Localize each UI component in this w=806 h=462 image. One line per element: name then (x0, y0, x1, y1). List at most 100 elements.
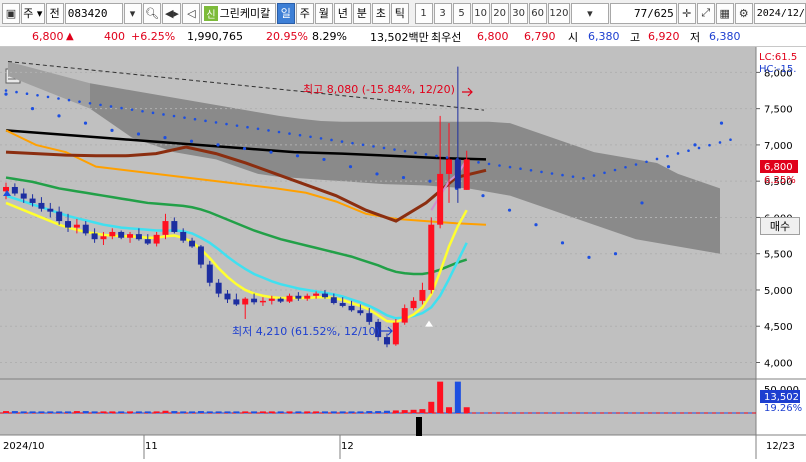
ichimoku-dot (163, 136, 167, 140)
market-select[interactable]: 주 ▾ (21, 2, 45, 24)
volume-bar (224, 411, 231, 413)
lagging-dot (718, 141, 722, 144)
volume-bar (91, 411, 98, 413)
turnover-rate: 20.95% (266, 30, 308, 43)
candle-body (47, 208, 54, 212)
lagging-dot (382, 146, 386, 150)
volume-bar (410, 409, 417, 413)
speaker-icon[interactable]: ◀▸ (162, 2, 182, 24)
type-select[interactable]: 전 (45, 2, 64, 24)
volume-bar (197, 411, 204, 413)
ichimoku-dot (534, 223, 538, 227)
lagging-dot (697, 146, 701, 150)
lagging-dot (340, 140, 344, 143)
candle-body (348, 305, 355, 311)
interval-10[interactable]: 10 (471, 2, 490, 24)
interval-1[interactable]: 1 (414, 2, 433, 24)
candle-body (118, 231, 125, 238)
candle-body (242, 298, 249, 305)
grid-icon[interactable]: ▦ (715, 2, 734, 24)
period-year[interactable]: 년 (333, 2, 352, 24)
crosshair-icon[interactable]: ✛ (677, 2, 696, 24)
search-icon[interactable]: 🔍︎ (142, 2, 162, 24)
chart-area[interactable]: 4,0004,5005,0005,5006,0006,5007,0007,500… (0, 47, 806, 459)
interval-120[interactable]: 120 (547, 2, 571, 24)
stock-code-input[interactable]: 083420 (64, 2, 123, 24)
lagging-dot (687, 149, 690, 153)
lagging-dot (393, 148, 396, 151)
lagging-dot (613, 168, 617, 172)
date-label-nov: 11 (145, 441, 158, 452)
ichimoku-dot (110, 128, 114, 133)
code-dropdown-icon[interactable]: ▾ (123, 2, 142, 24)
candle-body (313, 293, 320, 296)
lagging-dot (498, 164, 501, 167)
lagging-dot (46, 95, 50, 99)
volume-bar (437, 381, 444, 413)
interval-60[interactable]: 60 (528, 2, 547, 24)
volume-bar (47, 411, 54, 413)
date-input[interactable]: 2024/12/ (753, 2, 806, 24)
interval-3[interactable]: 3 (433, 2, 452, 24)
volume-bar (339, 411, 346, 413)
volume-bar (215, 411, 222, 413)
lagging-dot (561, 173, 564, 177)
volume-bar (11, 411, 18, 413)
ichimoku-dot (322, 157, 326, 162)
gear-icon[interactable]: ⚙ (734, 2, 753, 24)
lagging-dot (298, 133, 302, 137)
chart-tool-icon[interactable]: ⤢ (696, 2, 715, 24)
ichimoku-dot (295, 154, 300, 158)
period-month[interactable]: 월 (314, 2, 333, 24)
volume-bar (428, 401, 435, 413)
volume-bar (144, 411, 151, 413)
lagging-dot (519, 167, 522, 171)
lagging-dot (214, 121, 218, 124)
period-minute[interactable]: 분 (352, 2, 371, 24)
prev-icon[interactable]: ◁ (182, 2, 201, 24)
volume-bar (56, 411, 63, 413)
volume-bar (330, 411, 337, 413)
lagging-dot (477, 161, 480, 164)
interval-20[interactable]: 20 (490, 2, 509, 24)
ichimoku-dot (57, 114, 61, 118)
volume-bar (348, 411, 355, 413)
lagging-dot (351, 141, 354, 145)
volume-bar (268, 411, 275, 413)
candle-body (304, 295, 311, 299)
lagging-dot (4, 89, 8, 92)
ichimoku-dot (375, 172, 379, 176)
volume-bar (321, 411, 328, 413)
volume-bar (38, 411, 45, 413)
count-input[interactable]: 77/625 (609, 2, 677, 24)
interval-30[interactable]: 30 (509, 2, 528, 24)
period-second[interactable]: 초 (371, 2, 390, 24)
ichimoku-dot (481, 194, 485, 198)
period-day[interactable]: 일 (276, 2, 295, 24)
lagging-dot (277, 130, 281, 134)
candle-body (428, 224, 435, 290)
candle-body (233, 299, 240, 305)
buy-button[interactable]: 매수 (760, 217, 800, 235)
volume-value: 1,990,765 (187, 30, 243, 43)
candle-body (153, 234, 160, 244)
lagging-dot (487, 162, 491, 166)
trade-amount: 13,502백만 (370, 30, 429, 44)
volume-bar (286, 411, 293, 413)
candle-body (29, 198, 36, 203)
volume-bar (29, 411, 36, 413)
toolbar: ▣ 주 ▾ 전 083420 ▾ 🔍︎ ◀▸ ◁ 신 그린케미칼 일 주 월 년 … (0, 0, 806, 27)
stock-name[interactable]: 신 그린케미칼 (201, 2, 276, 24)
lagging-dot (256, 127, 260, 131)
period-week[interactable]: 주 (295, 2, 314, 24)
date-label-dec: 12 (341, 441, 354, 452)
period-tick[interactable]: 틱 (390, 2, 409, 24)
lagging-dot (666, 154, 669, 158)
high-label: 고 (630, 30, 641, 44)
interval-input[interactable]: ▾ (571, 2, 609, 24)
lagging-dot (36, 94, 39, 97)
interval-5[interactable]: 5 (452, 2, 471, 24)
lagging-dot (141, 109, 144, 113)
stock-chart[interactable]: 4,0004,5005,0005,5006,0006,5007,0007,500… (0, 47, 806, 459)
window-icon[interactable]: ▣ (2, 2, 20, 24)
